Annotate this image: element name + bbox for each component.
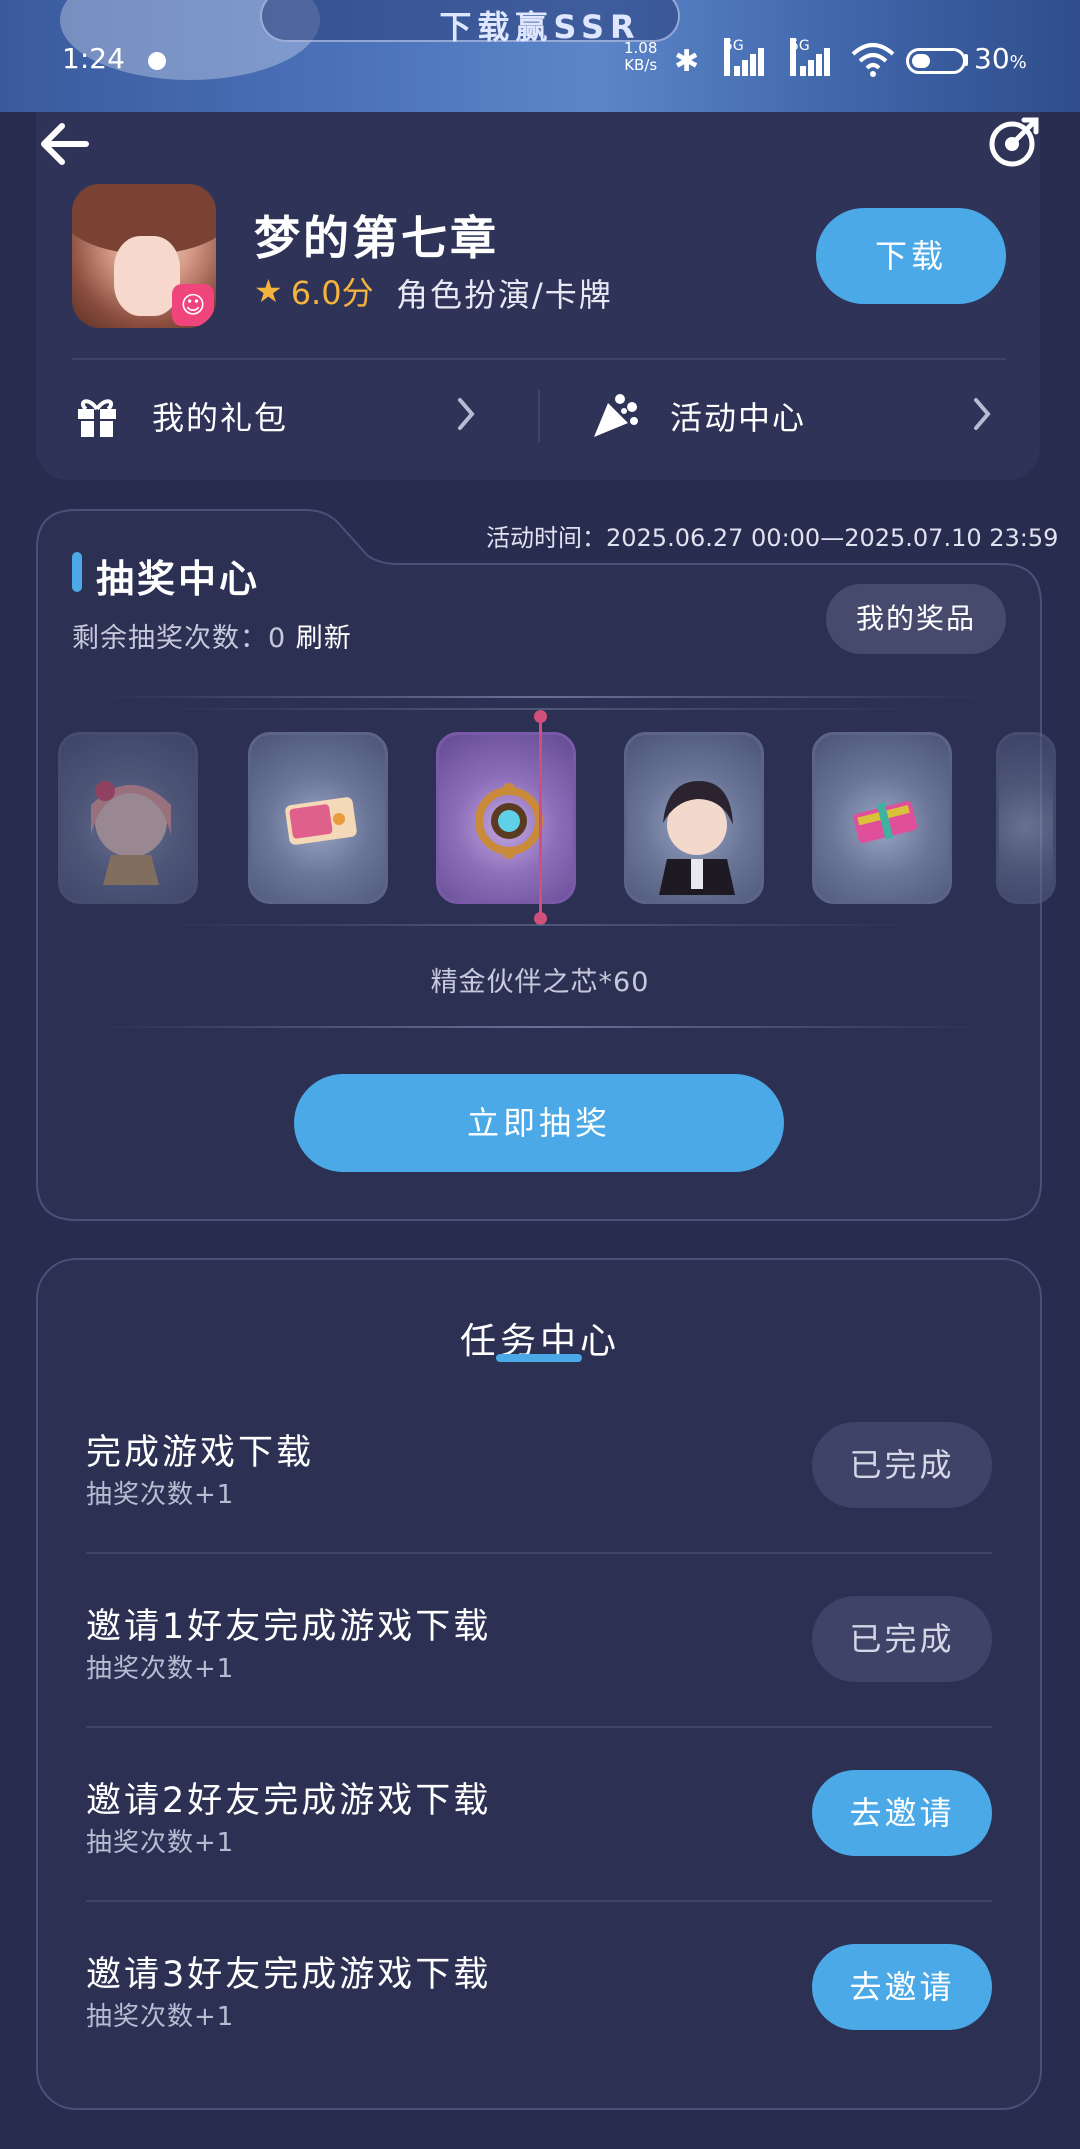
my-gift-label: 我的礼包 [152, 399, 289, 437]
network-speed-unit: KB/s [624, 56, 658, 74]
back-arrow-icon[interactable] [36, 118, 96, 170]
bluetooth-icon: ✱ [674, 44, 700, 79]
task-reward: 抽奖次数+1 [86, 1654, 235, 1684]
signal-icon-2: 5G [790, 38, 830, 76]
lottery-title: 抽奖中心 [96, 557, 261, 601]
prize-item [248, 732, 388, 904]
activity-center-link[interactable]: 活动中心 [590, 384, 806, 448]
lottery-pointer-line [539, 712, 542, 924]
my-prizes-button[interactable]: 我的奖品 [826, 584, 1006, 654]
chevron-right-icon [458, 398, 475, 430]
divider [86, 1900, 992, 1902]
title-underline [496, 1354, 582, 1362]
task-completed-button: 已完成 [812, 1596, 992, 1682]
battery-icon [906, 48, 966, 74]
task-name: 邀请3好友完成游戏下载 [86, 1955, 492, 1995]
task-reward: 抽奖次数+1 [86, 1828, 235, 1858]
activity-time: 活动时间：2025.06.27 00:00—2025.07.10 23:59 [486, 524, 1059, 552]
task-reward: 抽奖次数+1 [86, 2002, 235, 2032]
game-title: 梦的第七章 [254, 211, 499, 265]
task-name: 邀请2好友完成游戏下载 [86, 1781, 492, 1821]
download-button[interactable]: 下载 [816, 208, 1006, 304]
invite-button[interactable]: 去邀请 [812, 1944, 992, 2030]
notification-icon [148, 52, 166, 70]
vertical-divider [538, 390, 540, 442]
task-name: 完成游戏下载 [86, 1433, 315, 1473]
gift-icon [78, 399, 116, 437]
activity-center-label: 活动中心 [670, 399, 807, 437]
status-bar: 1:24 1.08 KB/s ✱ 5G 5G 30% [0, 38, 1080, 84]
divider [86, 1726, 992, 1728]
game-rating: ★ 6.0分 [254, 268, 374, 314]
prize-character-girl-icon [91, 781, 171, 885]
prize-character-boy-icon [659, 781, 735, 895]
prize-strip-top-line [96, 696, 986, 698]
prize-gift-box-icon [853, 801, 918, 843]
prize-item-selected [436, 732, 576, 904]
title-accent-bar [72, 552, 82, 592]
task-completed-button: 已完成 [812, 1422, 992, 1508]
status-time: 1:24 [62, 42, 125, 75]
prize-ticket-icon [285, 797, 357, 845]
rating-value: 6.0分 [290, 274, 374, 312]
task-name: 邀请1好友完成游戏下载 [86, 1607, 492, 1647]
refresh-link[interactable]: 刷新 [296, 623, 352, 654]
invite-button[interactable]: 去邀请 [812, 1770, 992, 1856]
task-reward: 抽奖次数+1 [86, 1480, 235, 1510]
my-gift-link[interactable]: 我的礼包 [72, 384, 288, 448]
star-icon: ★ [254, 272, 283, 310]
divider [72, 358, 1006, 360]
bilibili-badge-icon: ☺ [172, 284, 214, 326]
battery-tip [964, 54, 968, 66]
game-category: 角色扮演/卡牌 [396, 276, 613, 314]
share-icon[interactable] [986, 114, 1042, 170]
prize-item [624, 732, 764, 904]
prize-item [996, 732, 1056, 904]
signal-label: 5G [724, 38, 744, 76]
network-speed: 1.08 KB/s [624, 40, 657, 74]
network-speed-value: 1.08 [624, 39, 658, 57]
prize-strip-bottom-line-inner [160, 924, 920, 926]
prize-strip-bottom-line [96, 1026, 986, 1028]
prize-item [58, 732, 198, 904]
draw-now-button[interactable]: 立即抽奖 [294, 1074, 784, 1172]
divider [86, 1552, 992, 1554]
game-app-icon: ☺ [72, 184, 216, 328]
prize-core-gem-icon [475, 783, 543, 859]
signal-icon: 5G [724, 38, 764, 76]
remaining-draws-text: 剩余抽奖次数：0 [72, 623, 287, 654]
wifi-icon [851, 43, 895, 77]
party-popper-icon [594, 394, 638, 437]
lottery-pointer-top [534, 710, 547, 723]
chevron-right-icon [974, 398, 991, 430]
remaining-draws: 剩余抽奖次数：0 刷新 [72, 616, 352, 655]
signal-label-2: 5G [790, 38, 810, 76]
prize-item [812, 732, 952, 904]
selected-prize-name: 精金伙伴之芯*60 [430, 967, 650, 998]
battery-percent: 30% [974, 42, 1027, 75]
